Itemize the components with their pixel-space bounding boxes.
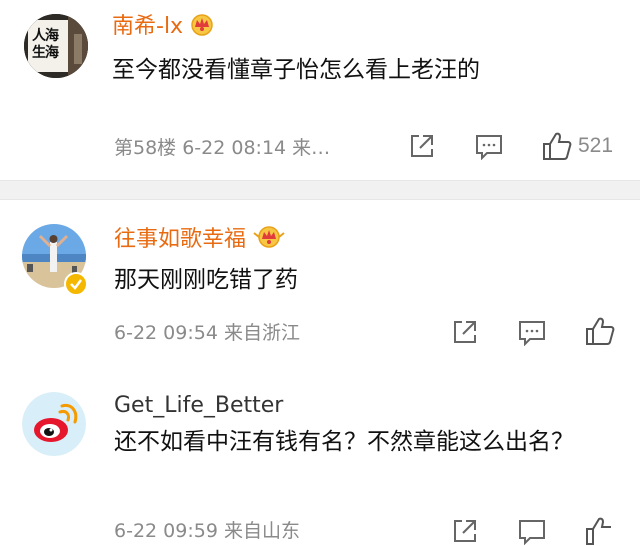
crown-icon [252, 223, 286, 257]
avatar-calligraphy: 人海生海 [32, 28, 59, 61]
username[interactable]: 南希-lx [112, 12, 215, 44]
comment-meta: 6-22 09:59 来自山东 [114, 520, 300, 542]
thumbs-up-icon [543, 132, 572, 160]
like-button[interactable] [585, 516, 615, 546]
verified-badge [64, 272, 88, 296]
like-button[interactable]: 521 [542, 131, 613, 161]
comment-button[interactable] [475, 134, 503, 160]
comment-text: 还不如看中汪有钱有名？不然章能这么出名？ [114, 429, 574, 455]
comment-item: Get_Life_Better 还不如看中汪有钱有名？不然章能这么出名？ 6-2… [0, 370, 640, 545]
like-button[interactable] [585, 316, 615, 346]
comment-item: 往事如歌幸福 那天刚刚吃错了药 6-22 09:54 来自浙江 [0, 200, 640, 370]
comment-button[interactable] [518, 519, 546, 545]
thumbs-up-icon [586, 517, 611, 545]
comment-icon [519, 321, 545, 346]
comment-icon [476, 135, 502, 160]
thumbs-up-icon [586, 317, 615, 345]
share-icon [454, 321, 476, 343]
share-button[interactable] [452, 518, 478, 544]
comment-icon [519, 520, 545, 545]
like-count: 521 [578, 134, 614, 157]
section-divider [0, 180, 640, 200]
comment-item: 人海生海 南希-lx 至今都没看懂章子怡怎么看上老汪的 第58楼 6-22 08… [0, 0, 640, 180]
share-icon [454, 520, 476, 542]
comment-meta: 6-22 09:54 来自浙江 [114, 322, 300, 344]
comment-meta: 第58楼 6-22 08:14 来… [114, 137, 331, 159]
comment-button[interactable] [518, 320, 546, 346]
weibo-logo-icon [22, 392, 86, 456]
username[interactable]: Get_Life_Better [114, 392, 283, 420]
username-text[interactable]: 往事如歌幸福 [114, 227, 246, 252]
username[interactable]: 往事如歌幸福 [114, 223, 286, 257]
username-text[interactable]: 南希-lx [112, 14, 183, 39]
avatar[interactable] [22, 392, 86, 456]
share-button[interactable] [409, 133, 435, 159]
share-button[interactable] [452, 319, 478, 345]
share-icon [411, 135, 433, 157]
avatar[interactable]: 人海生海 [24, 14, 88, 78]
comment-text: 至今都没看懂章子怡怎么看上老汪的 [112, 57, 480, 83]
crown-icon [189, 12, 215, 44]
comment-text: 那天刚刚吃错了药 [114, 267, 298, 293]
